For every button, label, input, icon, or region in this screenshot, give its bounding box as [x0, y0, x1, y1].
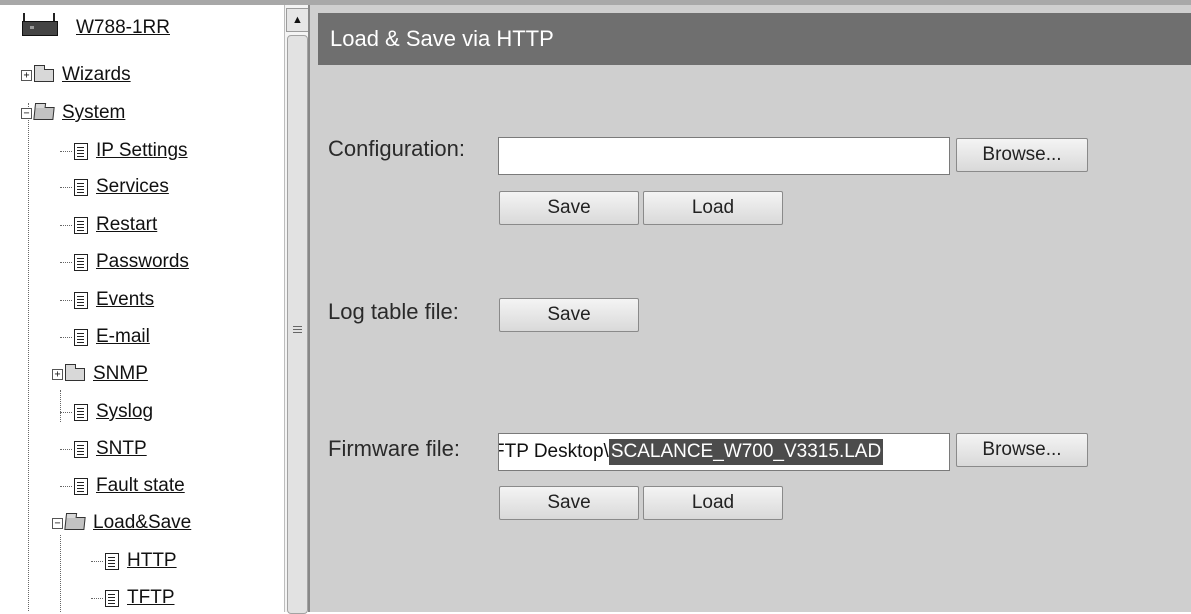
- tree-item-wizards[interactable]: + Wizards: [21, 60, 131, 90]
- tree-item-syslog[interactable]: Syslog: [60, 397, 153, 427]
- page-icon: [74, 403, 88, 421]
- log-table-save-button[interactable]: Save: [499, 298, 639, 332]
- log-table-label: Log table file:: [328, 299, 459, 324]
- tree-item-restart[interactable]: Restart: [60, 210, 157, 240]
- tree-item-device-label[interactable]: W788-1RR: [76, 17, 170, 39]
- tree-item-snmp-label[interactable]: SNMP: [93, 363, 148, 385]
- tree-item-email-label[interactable]: E-mail: [96, 326, 150, 348]
- tree-item-wizards-label[interactable]: Wizards: [62, 64, 131, 86]
- tree-item-load-save-label[interactable]: Load&Save: [93, 512, 191, 534]
- configuration-label: Configuration:: [328, 136, 465, 161]
- firmware-file-input[interactable]: FTP Desktop\ SCALANCE_W700_V3315.LAD: [498, 433, 950, 471]
- tree-item-http-label[interactable]: HTTP: [127, 550, 177, 572]
- tree-item-ip-settings-label[interactable]: IP Settings: [96, 140, 188, 162]
- tree-guide-line: [28, 103, 29, 612]
- open-folder-icon: [33, 106, 55, 120]
- tree-item-fault-state[interactable]: Fault state: [60, 471, 185, 501]
- firmware-path-prefix: FTP Desktop\: [498, 441, 609, 462]
- configuration-save-button[interactable]: Save: [499, 191, 639, 225]
- page-icon: [74, 178, 88, 196]
- configuration-load-button[interactable]: Load: [643, 191, 783, 225]
- tree-item-syslog-label[interactable]: Syslog: [96, 401, 153, 423]
- tree-item-device[interactable]: W788-1RR: [20, 13, 170, 43]
- tree-item-sntp-label[interactable]: SNTP: [96, 438, 147, 460]
- tree-item-http[interactable]: HTTP: [91, 546, 177, 576]
- tree-item-events-label[interactable]: Events: [96, 289, 154, 311]
- nav-scrollbar[interactable]: ▲: [284, 5, 309, 614]
- tree-item-system-label[interactable]: System: [62, 102, 125, 124]
- page-icon: [74, 142, 88, 160]
- page-icon: [74, 216, 88, 234]
- firmware-load-button[interactable]: Load: [643, 486, 783, 520]
- tree-item-ip-settings[interactable]: IP Settings: [60, 136, 188, 166]
- tree-item-restart-label[interactable]: Restart: [96, 214, 157, 236]
- page-icon: [74, 253, 88, 271]
- device-icon: [20, 13, 58, 36]
- collapse-minus-icon[interactable]: −: [21, 107, 32, 119]
- open-folder-icon: [64, 516, 86, 530]
- scroll-thumb[interactable]: [287, 35, 308, 614]
- page-icon: [74, 328, 88, 346]
- folder-icon: [34, 64, 54, 82]
- configuration-file-input[interactable]: [498, 137, 950, 175]
- scroll-up-arrow-icon[interactable]: ▲: [286, 8, 309, 32]
- configuration-browse-button[interactable]: Browse...: [956, 138, 1088, 172]
- page-title: Load & Save via HTTP: [318, 13, 1191, 65]
- tree-item-sntp[interactable]: SNTP: [60, 434, 147, 464]
- tree-item-passwords-label[interactable]: Passwords: [96, 251, 189, 273]
- page-icon: [74, 440, 88, 458]
- tree-item-system[interactable]: − System: [21, 98, 125, 128]
- firmware-browse-button[interactable]: Browse...: [956, 433, 1088, 467]
- page-icon: [105, 589, 119, 607]
- tree-item-fault-state-label[interactable]: Fault state: [96, 475, 185, 497]
- tree-item-tftp[interactable]: TFTP: [91, 583, 175, 612]
- tree-item-email[interactable]: E-mail: [60, 322, 150, 352]
- expand-plus-icon[interactable]: +: [21, 69, 32, 81]
- firmware-path-selected: SCALANCE_W700_V3315.LAD: [608, 439, 884, 465]
- tree-item-tftp-label[interactable]: TFTP: [127, 587, 175, 609]
- navigation-tree: W788-1RR + Wizards − System IP Settings …: [0, 5, 284, 612]
- tree-item-snmp[interactable]: + SNMP: [52, 359, 148, 389]
- firmware-save-button[interactable]: Save: [499, 486, 639, 520]
- collapse-minus-icon[interactable]: −: [52, 517, 63, 529]
- tree-item-services-label[interactable]: Services: [96, 176, 169, 198]
- tree-guide-line: [60, 535, 61, 612]
- tree-item-load-save[interactable]: − Load&Save: [52, 508, 191, 538]
- tree-item-services[interactable]: Services: [60, 172, 169, 202]
- page-icon: [105, 552, 119, 570]
- page-icon: [74, 477, 88, 495]
- firmware-label: Firmware file:: [328, 436, 461, 461]
- tree-item-events[interactable]: Events: [60, 285, 154, 315]
- expand-plus-icon[interactable]: +: [52, 368, 63, 380]
- folder-icon: [65, 363, 85, 381]
- tree-item-passwords[interactable]: Passwords: [60, 247, 189, 277]
- page-icon: [74, 291, 88, 309]
- grip-icon: [293, 326, 302, 327]
- content-panel: Load & Save via HTTP Configuration: Brow…: [308, 5, 1191, 612]
